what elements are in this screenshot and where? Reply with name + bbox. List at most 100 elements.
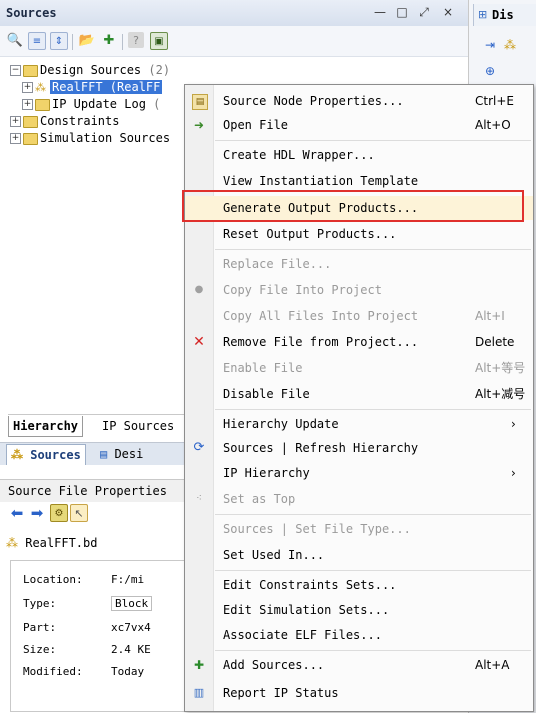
menu-item-label: Disable File xyxy=(223,387,310,401)
property-value[interactable]: Block xyxy=(111,596,153,611)
menu-item-label: Remove File from Project... xyxy=(223,335,419,349)
expand-toggle-icon[interactable]: + xyxy=(22,99,33,110)
expand-toggle-icon[interactable]: + xyxy=(10,116,21,127)
menu-item-reset-output-products[interactable]: Reset Output Products... xyxy=(185,222,533,246)
tree-node-simulation-sources[interactable]: + Simulation Sources xyxy=(10,130,170,147)
file-name: RealFFT.bd xyxy=(25,536,98,550)
open-folder-icon[interactable]: 📂 xyxy=(78,32,96,50)
properties-table: Location: F:/mi Type: Block Part: xc7vx4 Si… xyxy=(10,560,185,712)
menu-item-label: Copy File Into Project xyxy=(223,283,382,297)
tree-node-constraints[interactable]: + Constraints xyxy=(10,113,119,130)
tab-hierarchy[interactable]: Hierarchy xyxy=(8,416,84,437)
tree-node-realfft[interactable]: + ⁂ RealFFT (RealFF xyxy=(22,79,163,96)
remove-icon: ✕ xyxy=(193,334,205,350)
sources-toolbar: 🔍 ≡ ⇕ 📂 ✚ ? ▣ xyxy=(0,26,468,57)
tab-label: Desi xyxy=(114,447,144,461)
diagram-icon: ⊞ xyxy=(478,8,488,21)
expand-toggle-icon[interactable]: + xyxy=(22,82,33,93)
property-value: xc7vx4 xyxy=(111,621,151,634)
tree-node-ip-update-log[interactable]: + IP Update Log ( xyxy=(22,96,160,113)
expand-all-icon[interactable]: ⇕ xyxy=(50,32,68,50)
pointer-icon[interactable]: ↖ xyxy=(70,504,88,522)
menu-item-refresh-hierarchy[interactable]: ⟳ Sources | Refresh Hierarchy xyxy=(185,436,533,460)
menu-separator xyxy=(215,514,531,515)
menu-item-edit-constraints-sets[interactable]: Edit Constraints Sets... xyxy=(185,573,533,597)
menu-item-open-file[interactable]: ➜ Open File Alt+O xyxy=(185,113,533,137)
menu-item-label: IP Hierarchy xyxy=(223,466,310,480)
menu-item-label: Create HDL Wrapper... xyxy=(223,148,375,162)
tree-node-label: RealFFT (RealFF xyxy=(50,80,163,94)
expand-toggle-icon[interactable]: + xyxy=(10,133,21,144)
menu-item-label: Enable File xyxy=(223,361,303,375)
properties-icon: ▤ xyxy=(192,94,208,110)
add-sources-icon[interactable]: ✚ xyxy=(100,32,118,50)
tab-ip-sources[interactable]: IP Sources xyxy=(98,416,178,436)
highlight-annotation-box xyxy=(182,190,524,222)
tree-node-design-sources[interactable]: − Design Sources (2) xyxy=(10,62,170,79)
menu-item-ip-hierarchy[interactable]: IP Hierarchy › xyxy=(185,461,533,485)
property-key: Modified: xyxy=(23,665,83,678)
menu-item-disable-file[interactable]: Disable File Alt+减号 xyxy=(185,382,533,406)
zoom-fit-icon[interactable]: ⇥ xyxy=(481,36,499,54)
properties-toggle-icon[interactable]: ▣ xyxy=(150,32,168,50)
menu-item-set-file-type[interactable]: Sources | Set File Type... xyxy=(185,517,533,541)
tab-label: Sources xyxy=(30,448,81,462)
menu-item-associate-elf-files[interactable]: Associate ELF Files... xyxy=(185,623,533,647)
menu-item-set-as-top[interactable]: ⁖ Set as Top xyxy=(185,487,533,511)
block-design-icon[interactable]: ⁂ xyxy=(501,36,519,54)
menu-item-source-node-properties[interactable]: ▤ Source Node Properties... Ctrl+E xyxy=(185,89,533,113)
property-key: Location: xyxy=(23,573,83,586)
close-icon[interactable]: × xyxy=(440,4,456,20)
tab-design[interactable]: ▤ Desi xyxy=(96,444,147,464)
menu-separator xyxy=(215,650,531,651)
menu-item-shortcut: Alt+I xyxy=(475,309,505,323)
menu-item-label: Replace File... xyxy=(223,257,332,271)
folder-icon xyxy=(23,64,38,77)
open-file-icon: ➜ xyxy=(193,118,205,132)
sources-tab-bar: ⁂ Sources ▤ Desi xyxy=(0,442,184,465)
back-arrow-icon[interactable]: ⬅ xyxy=(8,504,26,522)
property-value: Today xyxy=(111,665,145,678)
float-icon[interactable]: ⤢ xyxy=(416,4,432,20)
menu-item-shortcut: Alt+O xyxy=(475,118,511,132)
folder-icon xyxy=(23,115,38,128)
design-panel-tab[interactable]: ⊞ Dis xyxy=(473,4,536,26)
menu-item-report-ip-status[interactable]: ▥ Report IP Status xyxy=(185,681,533,705)
go-to-source-icon[interactable]: ⚙ xyxy=(50,504,68,522)
property-key: Type: xyxy=(23,597,57,610)
tab-sources[interactable]: ⁂ Sources xyxy=(6,444,86,465)
menu-item-label: Source Node Properties... xyxy=(223,94,404,108)
block-design-icon: ⁂ xyxy=(11,448,31,462)
property-row: Modified: Today xyxy=(23,663,144,681)
minimize-icon[interactable]: — xyxy=(372,4,388,20)
menu-item-set-used-in[interactable]: Set Used In... xyxy=(185,543,533,567)
tree-node-label: Simulation Sources xyxy=(40,131,171,145)
property-row: Part: xc7vx4 xyxy=(23,619,151,637)
toolbar-separator xyxy=(122,34,123,50)
menu-item-create-hdl-wrapper[interactable]: Create HDL Wrapper... xyxy=(185,143,533,167)
tree-node-count: (2) xyxy=(148,63,171,77)
refresh-icon: ⟳ xyxy=(193,440,205,455)
menu-item-shortcut: Ctrl+E xyxy=(475,94,514,108)
menu-item-copy-all-files-into-project[interactable]: Copy All Files Into Project Alt+I xyxy=(185,304,533,328)
collapse-toggle-icon[interactable]: − xyxy=(10,65,21,76)
property-value: F:/mi xyxy=(111,573,145,586)
menu-item-add-sources[interactable]: ✚ Add Sources... Alt+A xyxy=(185,653,533,677)
menu-item-remove-file-from-project[interactable]: ✕ Remove File from Project... Delete xyxy=(185,330,533,354)
menu-item-label: Sources | Refresh Hierarchy xyxy=(223,441,419,455)
menu-item-label: Set as Top xyxy=(223,492,296,506)
menu-item-replace-file[interactable]: Replace File... xyxy=(185,252,533,276)
menu-item-enable-file[interactable]: Enable File Alt+等号 xyxy=(185,356,533,380)
menu-item-hierarchy-update[interactable]: Hierarchy Update › xyxy=(185,412,533,436)
collapse-all-icon[interactable]: ≡ xyxy=(28,32,46,50)
search-icon[interactable]: 🔍 xyxy=(6,32,24,50)
set-top-icon: ⁖ xyxy=(196,493,202,504)
menu-item-copy-file-into-project[interactable]: ● Copy File Into Project xyxy=(185,278,533,302)
zoom-in-icon[interactable]: ⊕ xyxy=(481,62,499,80)
menu-separator xyxy=(215,409,531,410)
forward-arrow-icon[interactable]: ➡ xyxy=(28,504,46,522)
menu-item-label: Edit Constraints Sets... xyxy=(223,578,397,592)
maximize-icon[interactable]: □ xyxy=(394,4,410,20)
menu-item-edit-simulation-sets[interactable]: Edit Simulation Sets... xyxy=(185,598,533,622)
help-icon[interactable]: ? xyxy=(128,32,144,48)
